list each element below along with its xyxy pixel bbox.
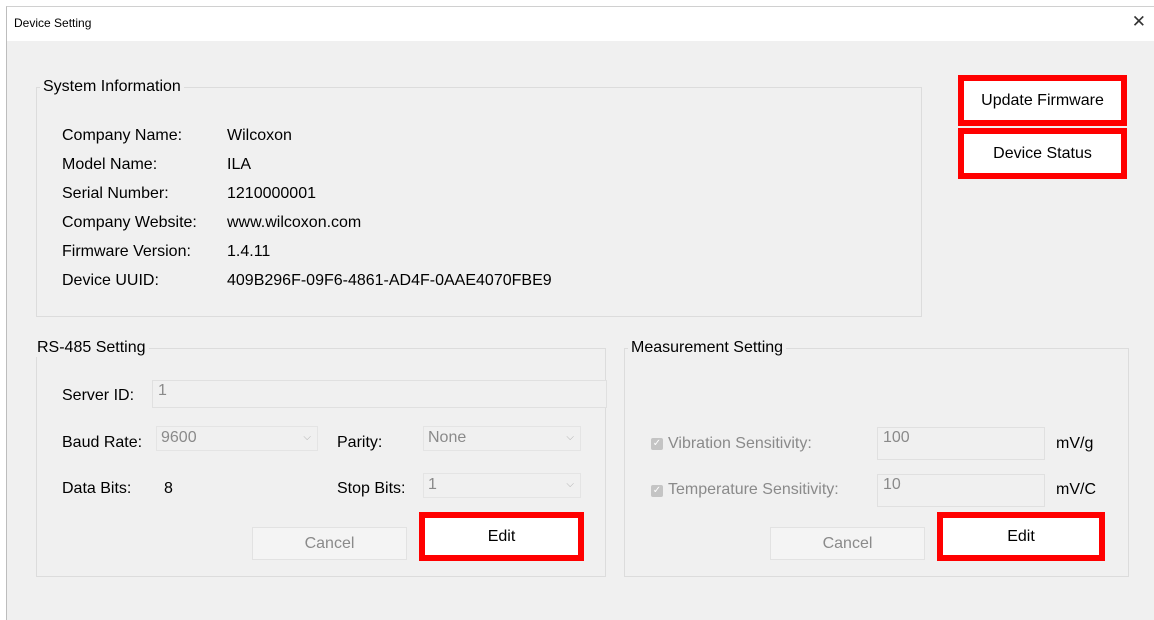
vibration-input[interactable]: 100 bbox=[877, 427, 1045, 460]
model-name-label: Model Name: bbox=[62, 156, 158, 173]
vibration-label: Vibration Sensitivity: bbox=[668, 435, 812, 452]
measurement-legend: Measurement Setting bbox=[628, 339, 787, 357]
device-status-button[interactable]: Device Status bbox=[958, 128, 1127, 179]
firmware-version-value: 1.4.11 bbox=[227, 243, 271, 260]
company-website-label: Company Website: bbox=[62, 214, 197, 231]
data-bits-value: 8 bbox=[164, 480, 173, 497]
baud-rate-value: 9600 bbox=[161, 429, 197, 446]
device-uuid-value: 409B296F-09F6-4861-AD4F-0AAE4070FBE9 bbox=[227, 272, 552, 289]
data-bits-label: Data Bits: bbox=[62, 480, 132, 497]
temperature-input[interactable]: 10 bbox=[877, 474, 1045, 507]
stop-bits-select[interactable]: 1 ⌵ bbox=[423, 473, 581, 498]
parity-label: Parity: bbox=[337, 434, 383, 451]
baud-rate-select[interactable]: 9600 ⌵ bbox=[156, 426, 318, 451]
temperature-label: Temperature Sensitivity: bbox=[668, 481, 839, 498]
rs485-edit-button[interactable]: Edit bbox=[419, 512, 584, 561]
parity-select[interactable]: None ⌵ bbox=[423, 426, 581, 451]
firmware-version-label: Firmware Version: bbox=[62, 243, 191, 260]
measurement-edit-button[interactable]: Edit bbox=[937, 512, 1105, 561]
system-information-group: System Information Company Name: Wilcoxo… bbox=[36, 78, 922, 317]
title-bar: Device Setting ✕ bbox=[7, 7, 1154, 41]
server-id-label: Server ID: bbox=[62, 387, 135, 404]
company-name-value: Wilcoxon bbox=[227, 127, 292, 144]
vibration-checkbox[interactable]: ✓ bbox=[651, 438, 663, 450]
measurement-cancel-button[interactable]: Cancel bbox=[770, 527, 925, 560]
window-title: Device Setting bbox=[14, 16, 92, 30]
update-firmware-button[interactable]: Update Firmware bbox=[958, 75, 1127, 126]
model-name-value: ILA bbox=[227, 156, 252, 173]
stop-bits-label: Stop Bits: bbox=[337, 480, 406, 497]
chevron-down-icon: ⌵ bbox=[303, 432, 311, 443]
system-information-legend: System Information bbox=[40, 78, 184, 96]
rs485-legend: RS-485 Setting bbox=[34, 339, 149, 357]
server-id-input[interactable]: 1 bbox=[152, 380, 607, 408]
serial-number-label: Serial Number: bbox=[62, 185, 169, 202]
temperature-checkbox[interactable]: ✓ bbox=[651, 485, 663, 497]
company-website-value: www.wilcoxon.com bbox=[227, 214, 362, 231]
chevron-down-icon: ⌵ bbox=[566, 432, 574, 443]
chevron-down-icon: ⌵ bbox=[566, 479, 574, 490]
rs485-cancel-button[interactable]: Cancel bbox=[252, 527, 407, 560]
baud-rate-label: Baud Rate: bbox=[62, 434, 143, 451]
vibration-unit: mV/g bbox=[1056, 435, 1094, 452]
parity-value: None bbox=[428, 429, 467, 446]
temperature-unit: mV/C bbox=[1056, 481, 1096, 498]
stop-bits-value: 1 bbox=[428, 476, 437, 493]
close-icon[interactable]: ✕ bbox=[1132, 12, 1146, 32]
device-setting-window: Device Setting ✕ System Information Comp… bbox=[6, 6, 1154, 620]
device-uuid-label: Device UUID: bbox=[62, 272, 159, 289]
serial-number-value: 1210000001 bbox=[227, 185, 316, 202]
company-name-label: Company Name: bbox=[62, 127, 183, 144]
